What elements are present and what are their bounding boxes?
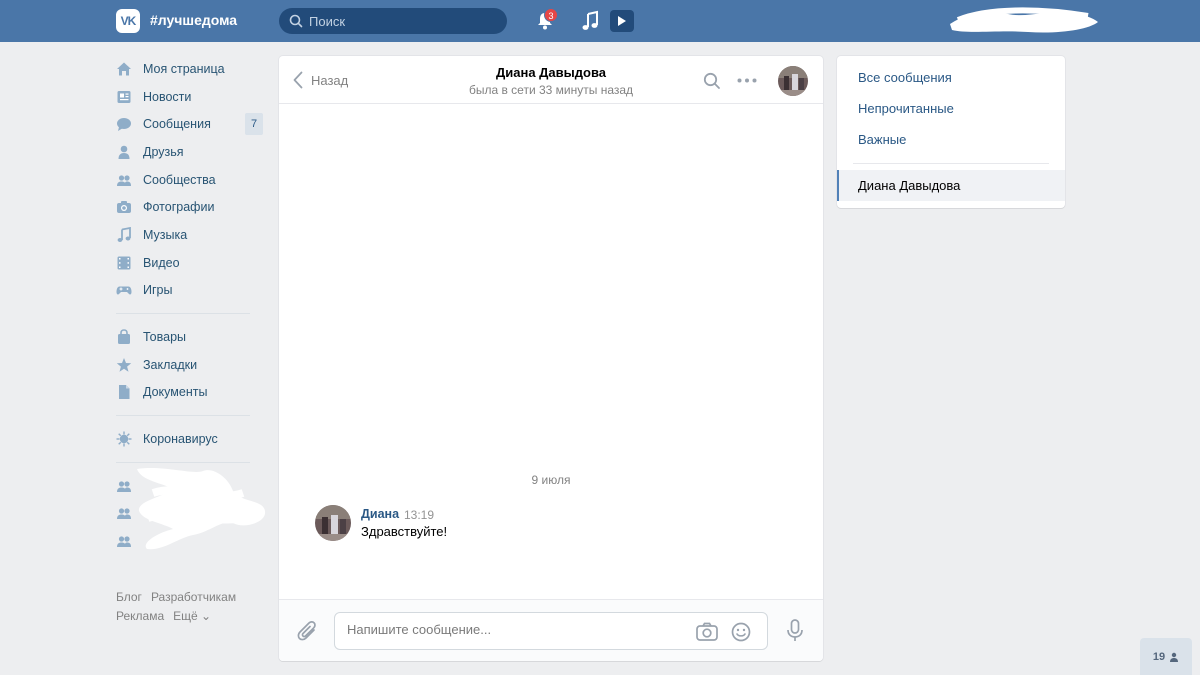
star-icon — [116, 357, 132, 372]
message-time[interactable]: 13:19 — [404, 508, 434, 522]
message-author-avatar[interactable] — [315, 505, 351, 541]
music-icon — [117, 226, 131, 242]
nav-bookmarks[interactable]: Закладки — [116, 351, 266, 379]
nav-music[interactable]: Музыка — [116, 221, 266, 249]
microphone-icon[interactable] — [786, 619, 804, 643]
back-label: Назад — [311, 72, 349, 88]
nav-divider — [116, 313, 250, 315]
nav-label: Закладки — [143, 357, 198, 372]
nav-my-page[interactable]: Моя страница — [116, 55, 266, 83]
group-icon — [117, 536, 131, 548]
search-box[interactable] — [279, 8, 507, 34]
chat-panel: Диана Давыдова была в сети 33 минуты наз… — [279, 56, 823, 661]
friend-icon — [118, 145, 130, 159]
back-button[interactable]: Назад — [293, 71, 348, 89]
smile-icon[interactable] — [731, 622, 751, 642]
gamepad-icon — [116, 286, 132, 295]
redacted-user-name[interactable] — [948, 4, 1100, 38]
logo-text: VK — [120, 14, 137, 28]
date-separator: 9 июля — [531, 473, 571, 487]
bag-icon — [118, 329, 130, 345]
redacted-groups-scribble — [137, 468, 266, 550]
search-icon — [289, 14, 303, 28]
chevron-left-icon — [293, 71, 303, 89]
nav-label: Фотографии — [143, 200, 215, 215]
groups-icon — [117, 174, 131, 186]
footer-more-link[interactable]: Ещё ⌄ — [173, 609, 211, 623]
camera-icon — [117, 201, 131, 214]
nav-label: Друзья — [143, 144, 184, 159]
messages-count-badge: 7 — [245, 113, 263, 136]
nav-photos[interactable]: Фотографии — [116, 193, 266, 221]
avatar-photo — [778, 66, 808, 96]
avatar-photo — [315, 505, 351, 541]
nav-documents[interactable]: Документы — [116, 379, 266, 407]
play-icon — [618, 16, 626, 26]
message-author[interactable]: Диана — [361, 507, 399, 521]
nav-friends[interactable]: Друзья — [116, 138, 266, 166]
nav-video[interactable]: Видео — [116, 249, 266, 277]
music-icon[interactable] — [580, 10, 600, 32]
nav-label: Сообщения — [143, 117, 211, 132]
nav-coronavirus[interactable]: Коронавирус — [116, 425, 266, 453]
person-icon — [1170, 652, 1179, 662]
messages-icon — [117, 118, 131, 132]
nav-market[interactable]: Товары — [116, 323, 266, 351]
camera-icon[interactable] — [696, 622, 718, 642]
active-dialog-item[interactable]: Диана Давыдова — [837, 170, 1065, 201]
nav-label: Моя страница — [143, 61, 225, 76]
document-icon — [119, 385, 130, 400]
news-icon — [117, 90, 131, 103]
nav-label: Сообщества — [143, 172, 216, 187]
online-friends-button[interactable]: 19 — [1140, 638, 1192, 675]
nav-games[interactable]: Игры — [116, 277, 266, 305]
nav-label: Музыка — [143, 227, 188, 242]
footer-developers-link[interactable]: Разработчикам — [151, 590, 236, 604]
chat-header: Диана Давыдова была в сети 33 минуты наз… — [279, 56, 823, 104]
nav-label: Товары — [143, 330, 186, 345]
peer-status: была в сети 33 минуты назад — [468, 83, 634, 97]
message-input-box[interactable] — [334, 612, 768, 650]
nav-label: Коронавирус — [143, 432, 218, 447]
video-icon — [117, 256, 131, 270]
nav-label: Документы — [143, 385, 208, 400]
hashtag-link[interactable]: #лучшедома — [150, 12, 237, 28]
footer-blog-link[interactable]: Блог — [116, 590, 142, 604]
home-icon — [117, 62, 131, 76]
message-input[interactable] — [347, 622, 677, 637]
peer-avatar[interactable] — [778, 66, 808, 96]
search-input[interactable] — [309, 13, 499, 29]
filter-all-messages[interactable]: Все сообщения — [837, 62, 1065, 93]
filter-important[interactable]: Важные — [837, 124, 1065, 155]
group-icon — [117, 481, 131, 492]
dialogs-filter-panel: Все сообщения Непрочитанные Важные Диана… — [837, 56, 1065, 208]
nav-divider — [116, 415, 250, 417]
panel-divider — [853, 163, 1049, 164]
notifications-badge: 3 — [544, 8, 558, 22]
nav-label: Видео — [143, 255, 180, 270]
group-icon — [117, 508, 131, 520]
vk-logo[interactable]: VK — [116, 9, 140, 33]
more-icon[interactable] — [737, 78, 757, 83]
online-count: 19 — [1152, 650, 1166, 663]
nav-label: Новости — [143, 89, 192, 104]
nav-groups[interactable]: Сообщества — [116, 166, 266, 194]
search-icon[interactable] — [703, 72, 721, 90]
message-text: Здравствуйте! — [361, 524, 448, 539]
nav-messages[interactable]: Сообщения 7 — [116, 110, 266, 138]
nav-news[interactable]: Новости — [116, 83, 266, 111]
footer-ads-link[interactable]: Реклама — [116, 609, 164, 623]
virus-icon — [116, 431, 132, 447]
nav-label: Игры — [143, 283, 173, 298]
top-header: VK #лучшедома 3 — [0, 0, 1200, 42]
paperclip-icon[interactable] — [297, 620, 319, 644]
play-button[interactable] — [610, 10, 634, 32]
filter-unread[interactable]: Непрочитанные — [837, 93, 1065, 124]
message-composer — [279, 599, 823, 661]
sidebar-footer: Блог Разработчикам Реклама Ещё ⌄ — [116, 588, 266, 626]
